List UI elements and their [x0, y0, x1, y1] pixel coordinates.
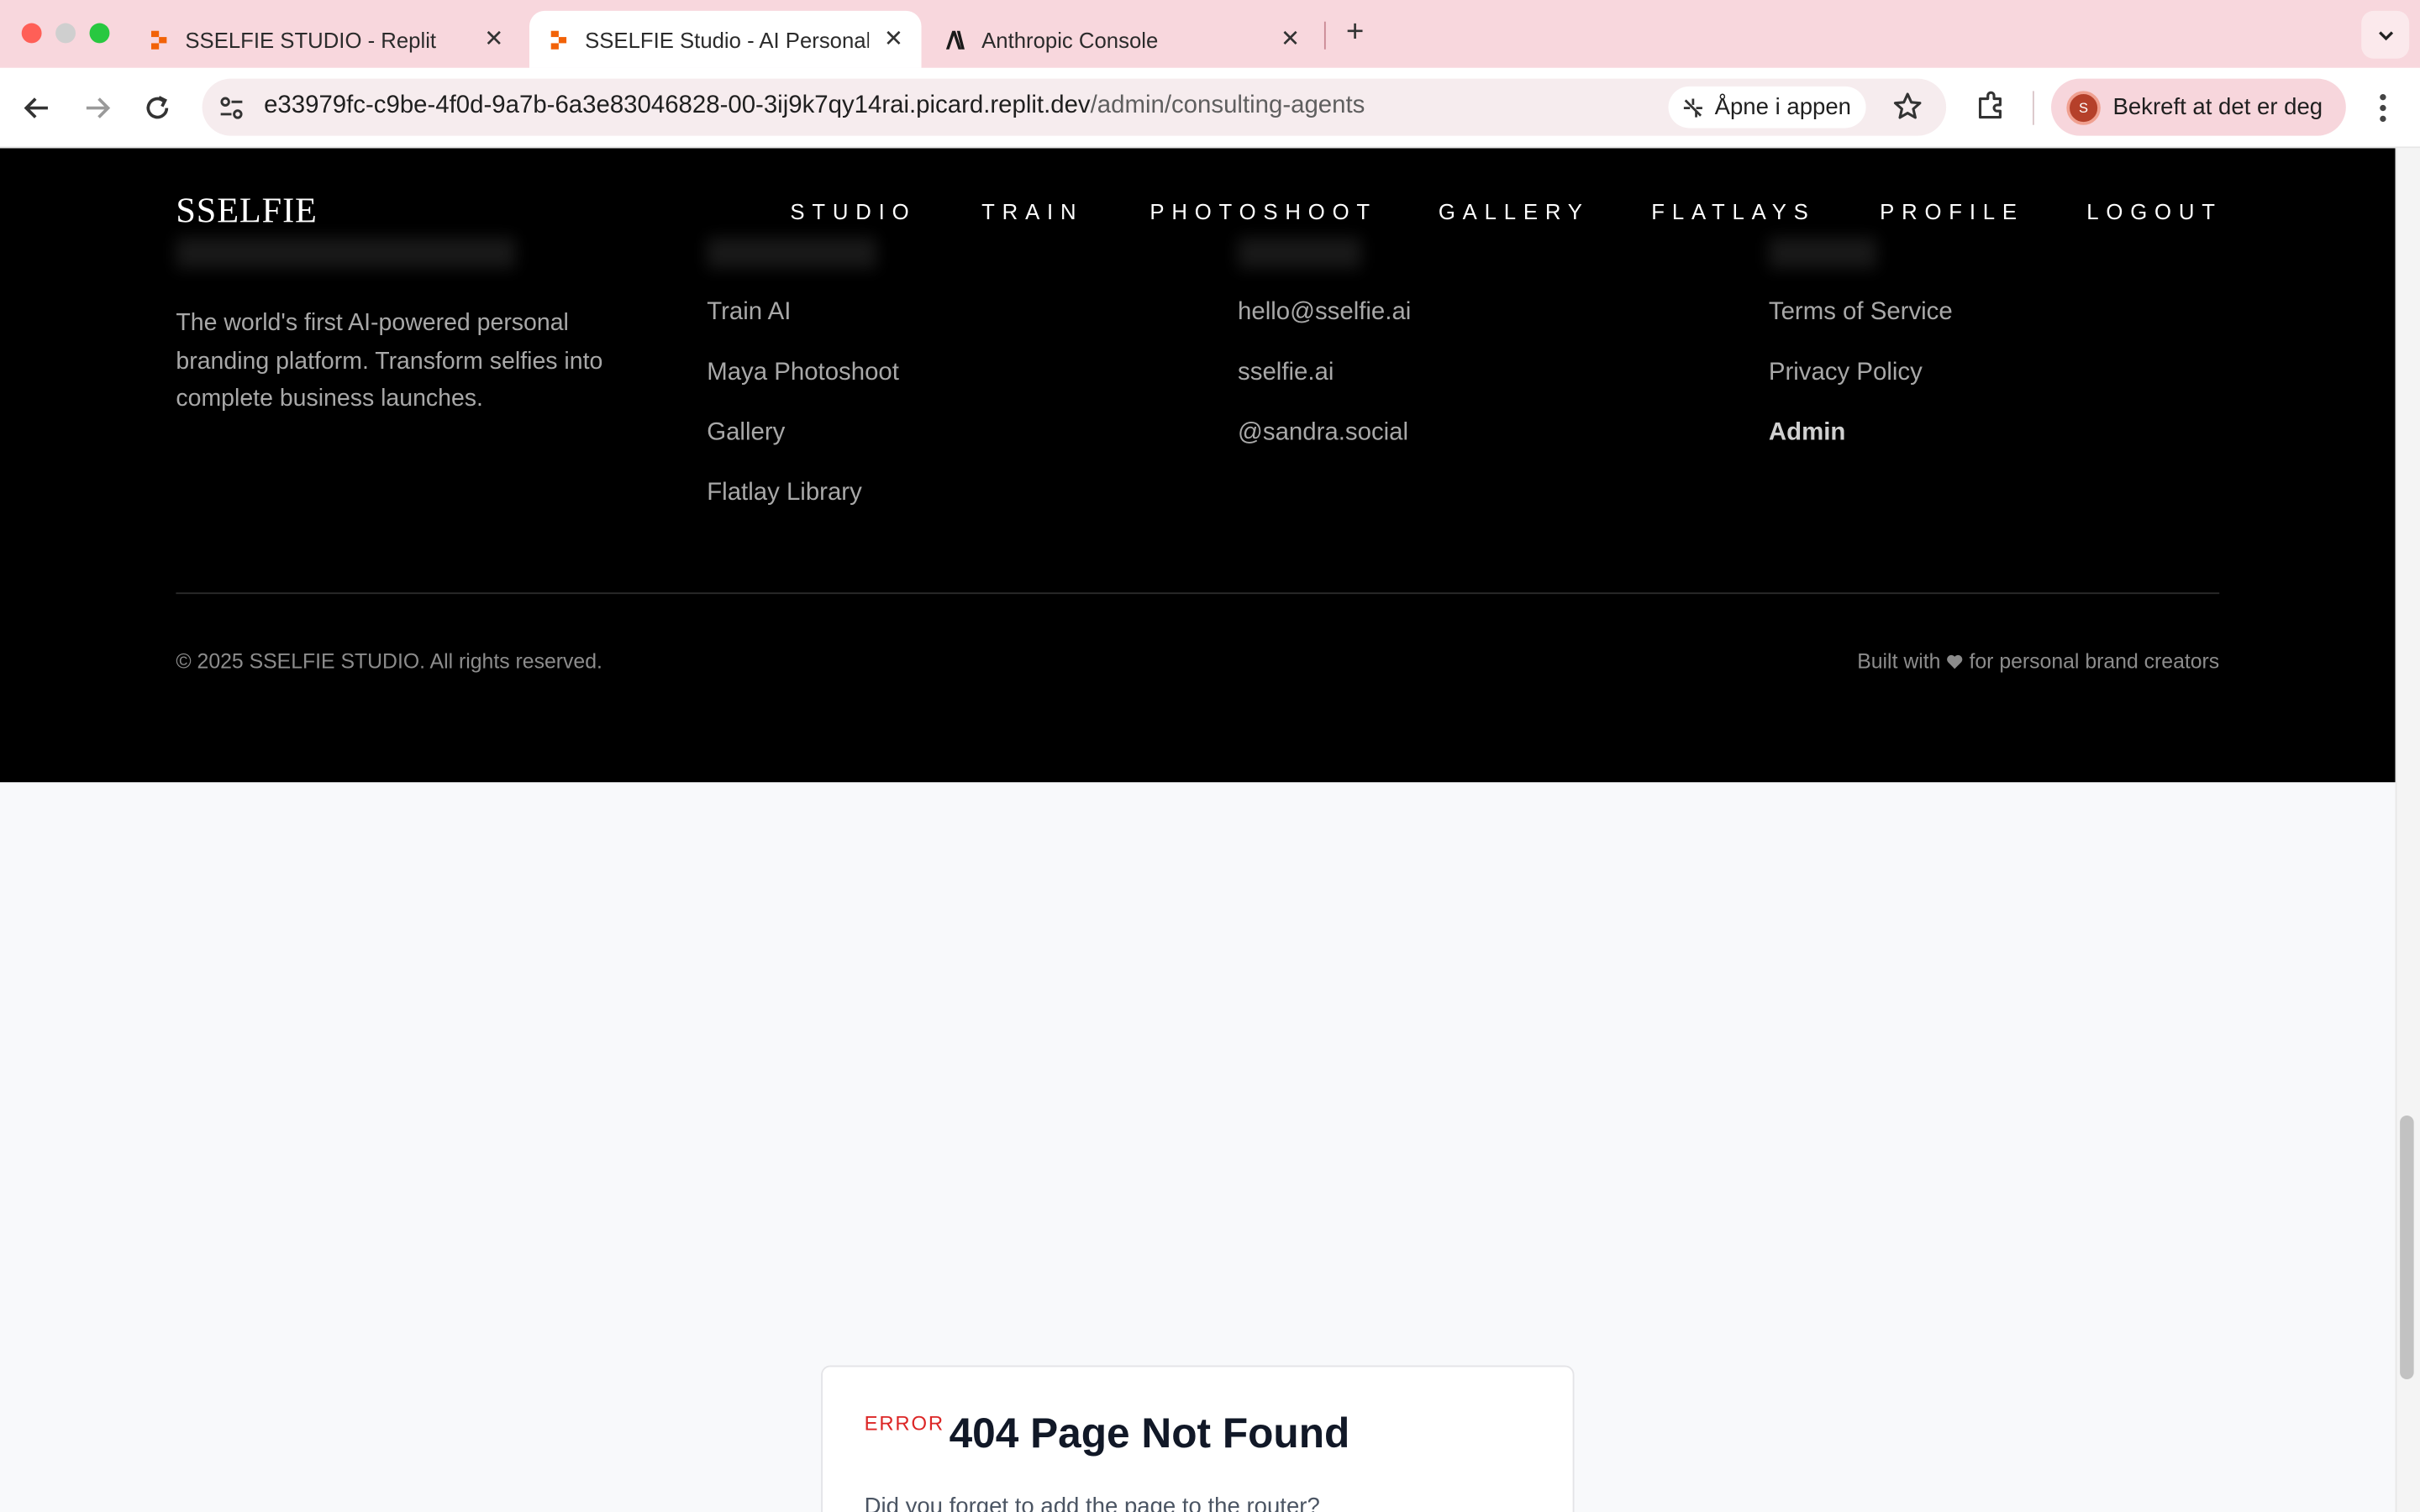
footer-link-terms[interactable]: Terms of Service [1769, 299, 1953, 327]
obscured-heading [1768, 237, 1877, 269]
tab-separator [1323, 21, 1326, 50]
error-message: Did you forget to add the page to the ro… [864, 1493, 1320, 1512]
footer-link-gallery[interactable]: Gallery [707, 420, 785, 448]
replit-icon [150, 29, 167, 49]
profile-label: Bekreft at det er deg [2112, 94, 2323, 121]
built-with-suffix: for personal brand creators [1969, 649, 2220, 673]
arrow-right-icon [86, 97, 111, 118]
maximize-window-button[interactable] [89, 23, 110, 44]
heart-icon [1947, 654, 1963, 669]
footer-link-privacy[interactable]: Privacy Policy [1769, 360, 1923, 387]
tab-search-button[interactable] [2361, 10, 2410, 59]
address-bar[interactable]: e33979fc-c9be-4f0d-9a7b-6a3e83046828-00-… [202, 78, 1947, 136]
browser-menu-button[interactable] [2368, 87, 2399, 129]
tab-anthropic-console[interactable]: Anthropic Console ✕ [926, 11, 1318, 68]
reload-button[interactable] [139, 90, 176, 127]
nav-flatlays[interactable]: FLATLAYS [1651, 199, 1815, 223]
tab-title: SSELFIE STUDIO - Replit [185, 27, 437, 52]
nav-profile[interactable]: PROFILE [1880, 199, 2024, 223]
error-tag: ERROR [864, 1411, 944, 1436]
close-window-button[interactable] [21, 23, 42, 44]
close-tab-icon[interactable]: ✕ [881, 26, 906, 51]
nav-studio[interactable]: STUDIO [790, 199, 916, 223]
footer-divider [176, 592, 2220, 595]
error-title: 404 Page Not Found [949, 1410, 1350, 1457]
obscured-heading [1238, 237, 1361, 269]
open-in-app-icon [1683, 97, 1702, 117]
open-in-app-button[interactable]: Åpne i appen [1668, 86, 1867, 129]
avatar: S [2066, 90, 2101, 124]
nav-logout[interactable]: LOGOUT [2086, 199, 2222, 223]
obscured-heading [176, 237, 516, 269]
forward-button[interactable] [79, 90, 116, 127]
extensions-icon[interactable] [1974, 88, 2007, 122]
brand-logo[interactable]: SSELFIE [176, 192, 317, 232]
footer-link-flatlay-library[interactable]: Flatlay Library [707, 480, 862, 507]
tab-sselfie-studio[interactable]: SSELFIE Studio - AI Personal Branding ✕ [529, 10, 922, 68]
page-viewport: SSELFIE STUDIO TRAIN PHOTOSHOOT GALLERY … [0, 148, 2396, 1512]
profile-button[interactable]: S Bekreft at det er deg [2051, 78, 2346, 136]
bookmark-star-icon[interactable] [1892, 91, 1923, 122]
tab-title: Anthropic Console [981, 27, 1159, 52]
footer-link-email[interactable]: hello@sselfie.ai [1238, 299, 1411, 327]
url-text[interactable]: e33979fc-c9be-4f0d-9a7b-6a3e83046828-00-… [264, 92, 1365, 120]
url-path: /admin/consulting-agents [1090, 92, 1365, 119]
chevron-down-icon [2378, 30, 2393, 40]
site-settings-icon[interactable] [216, 92, 247, 123]
new-tab-icon[interactable]: + [1338, 15, 1371, 50]
footer-link-website[interactable]: sselfie.ai [1238, 360, 1334, 387]
built-with-prefix: Built with [1857, 649, 1941, 673]
close-tab-icon[interactable]: ✕ [481, 26, 506, 51]
footer-link-admin[interactable]: Admin [1769, 420, 1845, 448]
arrow-left-icon [24, 97, 48, 118]
error-card: ERROR 404 Page Not Found Did you forget … [821, 1365, 1575, 1512]
tab-sselfie-replit[interactable]: SSELFIE STUDIO - Replit ✕ [129, 11, 522, 68]
toolbar-separator [2032, 91, 2034, 125]
reload-icon [146, 96, 169, 119]
minimize-window-button[interactable] [55, 23, 76, 44]
nav-gallery[interactable]: GALLERY [1439, 199, 1590, 223]
footer-link-social[interactable]: @sandra.social [1238, 420, 1408, 448]
replit-icon [550, 29, 567, 49]
close-tab-icon[interactable]: ✕ [1278, 26, 1302, 51]
back-button[interactable] [18, 90, 55, 127]
nav-photoshoot[interactable]: PHOTOSHOOT [1150, 199, 1377, 223]
scrollbar-thumb[interactable] [2400, 1115, 2414, 1380]
obscured-heading [707, 237, 877, 269]
footer-link-train-ai[interactable]: Train AI [707, 299, 791, 327]
footer-link-maya-photoshoot[interactable]: Maya Photoshoot [707, 360, 899, 387]
anthropic-icon [945, 29, 965, 49]
footer-description: The world's first AI-powered personal br… [176, 310, 603, 412]
open-in-app-label: Åpne i appen [1714, 94, 1852, 121]
tab-strip: SSELFIE STUDIO - Replit ✕ SSELFIE Studio… [0, 0, 2420, 68]
site-footer: SSELFIE STUDIO TRAIN PHOTOSHOOT GALLERY … [0, 148, 2396, 783]
browser-toolbar: e33979fc-c9be-4f0d-9a7b-6a3e83046828-00-… [0, 67, 2420, 149]
url-host: e33979fc-c9be-4f0d-9a7b-6a3e83046828-00-… [264, 92, 1091, 119]
nav-train[interactable]: TRAIN [981, 199, 1083, 223]
tab-title: SSELFIE Studio - AI Personal Branding [585, 27, 870, 52]
copyright-text: © 2025 SSELFIE STUDIO. All rights reserv… [176, 649, 602, 673]
built-with-text: Built with for personal brand creators [1857, 649, 2219, 673]
